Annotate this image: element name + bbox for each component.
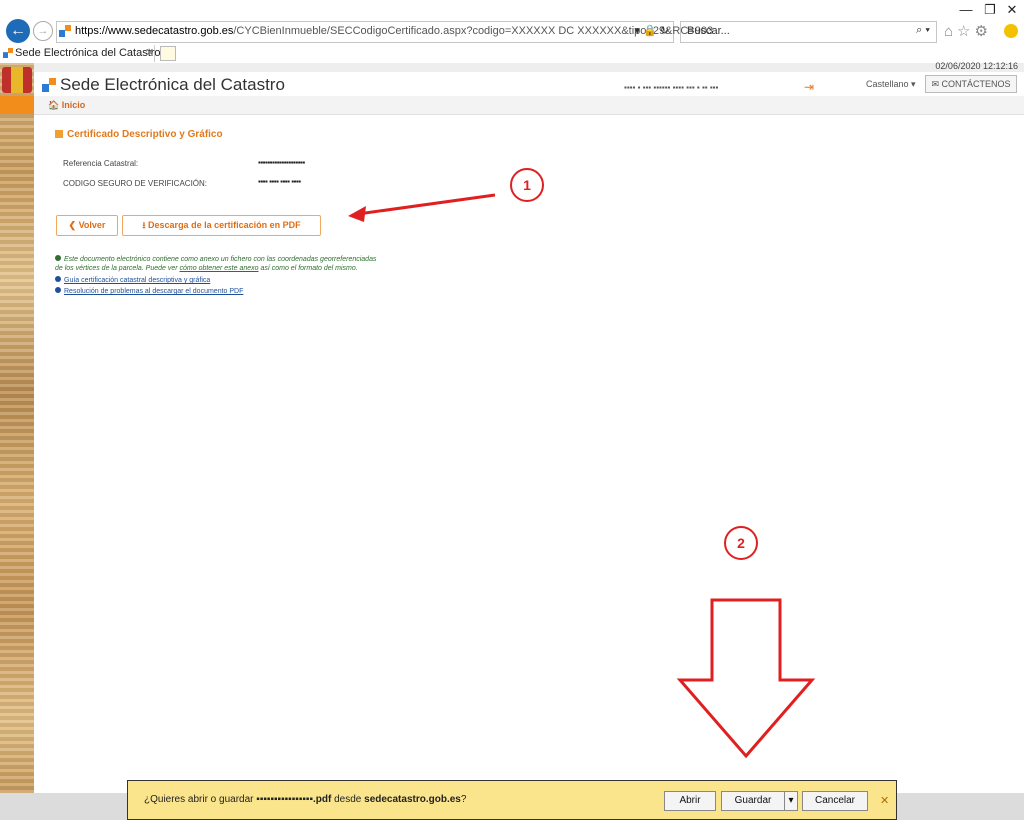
download-host: sedecatastro.gob.es (364, 794, 461, 805)
annotation-overlay (348, 193, 816, 759)
section-title: Certificado Descriptivo y Gráfico (55, 129, 223, 140)
address-toolbar: ← → https://www.sedecatastro.gob.es/CYCB… (0, 18, 1024, 44)
catastro-logo-icon (42, 78, 56, 92)
csv-value: ▪▪▪▪ ▪▪▪▪ ▪▪▪▪ ▪▪▪▪ (258, 177, 301, 186)
info-line2-post: así como el formato del mismo. (258, 265, 358, 272)
info-text-line2: de los vértices de la parcela. Puede ver… (55, 265, 358, 272)
coat-of-arms-icon (2, 67, 32, 93)
cancel-button[interactable]: Cancelar (802, 791, 868, 811)
info-text-line1: Este documento electrónico contiene como… (55, 255, 376, 263)
forward-arrow-icon[interactable]: → (33, 21, 53, 41)
download-suffix: ? (460, 794, 467, 805)
close-download-bar-icon[interactable]: ✕ (880, 794, 889, 807)
tab-strip: Sede Electrónica del Catastro ✕ (0, 44, 1024, 64)
user-name-masked: ▪▪▪▪ ▪ ▪▪▪ ▪▪▪▪▪▪ ▪▪▪▪ ▪▪▪ ▪ ▪▪ ▪▪▪ (624, 83, 719, 92)
breadcrumb-bar (34, 96, 1024, 115)
annotation-arrowhead-1 (348, 206, 366, 222)
download-pdf-button[interactable]: ⭳ Descarga de la certificación en PDF (122, 215, 321, 236)
search-icon[interactable]: ⌕ ▾ (916, 24, 930, 37)
logout-icon[interactable]: ⇥ (804, 80, 814, 94)
open-button[interactable]: Abrir (664, 791, 716, 811)
toolbar-home-favorites-settings-icons[interactable]: ⌂☆⚙ (944, 22, 992, 40)
info-line2-pre: de los vértices de la parcela. Puede ver (55, 265, 180, 272)
download-filename: ▪▪▪▪▪▪▪▪▪▪▪▪▪▪▪▪.pdf (256, 794, 332, 805)
decorative-city-strip (0, 63, 34, 793)
address-bar-actions[interactable]: ▾ 🔒 ↻ (634, 24, 669, 37)
save-button[interactable]: Guardar (721, 791, 785, 811)
csv-label: CODIGO SEGURO DE VERIFICACIÓN: (63, 179, 208, 188)
guide-link[interactable]: Guía certificación catastral descriptiva… (55, 276, 210, 284)
tab-sede-catastro[interactable]: Sede Electrónica del Catastro ✕ (0, 45, 161, 62)
ref-catastral-label: Referencia Catastral: (63, 159, 139, 168)
site-title[interactable]: Sede Electrónica del Catastro (60, 75, 285, 95)
restore-button[interactable]: ❐ (980, 2, 1000, 18)
search-input[interactable]: Buscar... ⌕ ▾ (680, 21, 937, 43)
annotation-arrow-2 (676, 598, 816, 759)
annotation-badge-2: 2 (724, 526, 758, 560)
new-tab-button[interactable] (160, 46, 176, 61)
ref-catastral-value: ▪▪▪▪▪▪▪▪▪▪▪▪▪▪▪▪▪▪▪▪ (258, 158, 305, 167)
section-title-text: Certificado Descriptivo y Gráfico (67, 129, 223, 140)
save-menu-button[interactable]: ▾ (784, 791, 798, 811)
home-link[interactable]: 🏠 Inicio (48, 100, 85, 111)
section-bullet-icon (55, 130, 63, 138)
help-icon (55, 276, 61, 282)
guide-link-text[interactable]: Guía certificación catastral descriptiva… (64, 277, 210, 284)
download-prompt: ¿Quieres abrir o guardar ▪▪▪▪▪▪▪▪▪▪▪▪▪▪▪… (144, 794, 466, 805)
close-window-button[interactable]: ✕ (1002, 2, 1022, 18)
minimize-button[interactable]: — (956, 2, 976, 17)
tab-favicon-icon (3, 48, 13, 58)
datetime-label: 02/06/2020 12:12:16 (935, 61, 1018, 71)
contact-button[interactable]: ✉ CONTÁCTENOS (925, 75, 1017, 93)
nav-side-accent (0, 96, 34, 114)
download-notification-bar: ¿Quieres abrir o guardar ▪▪▪▪▪▪▪▪▪▪▪▪▪▪▪… (127, 780, 897, 820)
search-placeholder: Buscar... (687, 25, 730, 37)
back-button[interactable]: ❮ Volver (56, 215, 118, 236)
help-icon (55, 287, 61, 293)
language-select[interactable]: Castellano ▾ (866, 79, 916, 90)
annex-link[interactable]: cómo obtener este anexo (180, 265, 259, 272)
annotation-arrow-1 (357, 193, 496, 216)
feedback-smiley-icon[interactable] (1004, 24, 1018, 38)
url-host: https://www.sedecatastro.gob.es (75, 25, 234, 37)
annotation-badge-1: 1 (510, 168, 544, 202)
troubleshoot-link[interactable]: Resolución de problemas al descargar el … (55, 287, 243, 295)
tab-title: Sede Electrónica del Catastro (15, 47, 161, 59)
tab-close-icon[interactable]: ✕ (145, 46, 154, 59)
info-icon (55, 255, 61, 261)
troubleshoot-link-text[interactable]: Resolución de problemas al descargar el … (64, 288, 243, 295)
address-bar[interactable]: https://www.sedecatastro.gob.es/CYCBienI… (56, 21, 713, 43)
window-titlebar: — ❐ ✕ (0, 0, 1024, 20)
date-bar (34, 63, 1024, 72)
site-favicon-icon (59, 25, 71, 37)
download-middle: desde (331, 794, 365, 805)
download-prefix: ¿Quieres abrir o guardar (144, 794, 257, 805)
info-line1-text: Este documento electrónico contiene como… (64, 256, 377, 263)
back-arrow-icon[interactable]: ← (6, 19, 30, 43)
